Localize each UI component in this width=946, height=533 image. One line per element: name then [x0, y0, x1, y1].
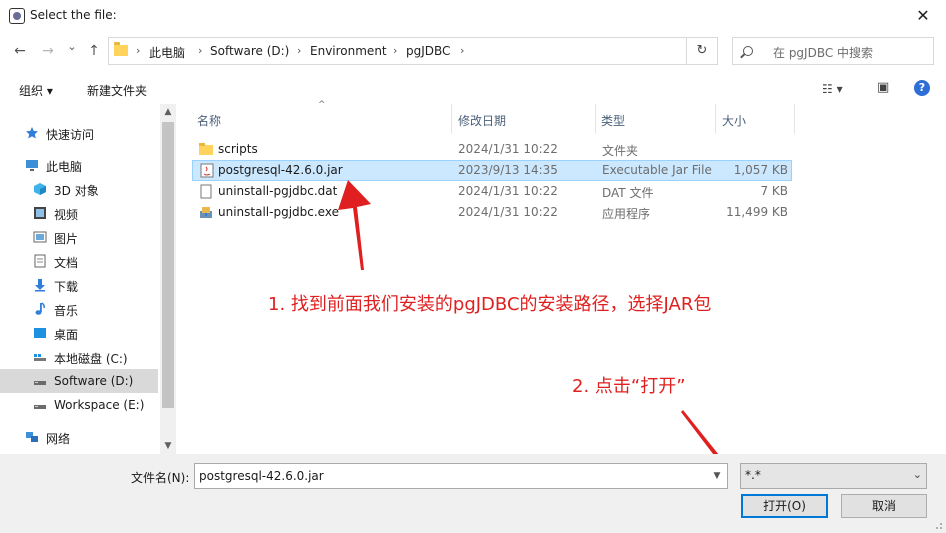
open-button[interactable]: 打开(O) [741, 494, 828, 518]
file-type-value: *.* [745, 468, 761, 482]
annotation-step-1: 1. 找到前面我们安装的pgJDBC的安装路径，选择JAR包 [268, 294, 712, 315]
annotation-step-2: 2. 点击“打开” [572, 376, 686, 397]
chevron-down-icon[interactable]: ▼ [707, 464, 727, 488]
dialog-footer: 文件名(N): postgresql-42.6.0.jar ▼ *.* ⌄ 打开… [0, 454, 946, 533]
chevron-down-icon: ⌄ [912, 468, 922, 481]
filename-field[interactable]: postgresql-42.6.0.jar ▼ [194, 463, 728, 489]
filename-value[interactable]: postgresql-42.6.0.jar [199, 469, 324, 483]
file-type-select[interactable]: *.* ⌄ [740, 463, 927, 489]
cancel-button[interactable]: 取消 [841, 494, 927, 518]
resize-grip-icon[interactable] [933, 520, 943, 530]
filename-label: 文件名(N): [131, 471, 190, 485]
annotation-arrow-1 [338, 180, 371, 270]
